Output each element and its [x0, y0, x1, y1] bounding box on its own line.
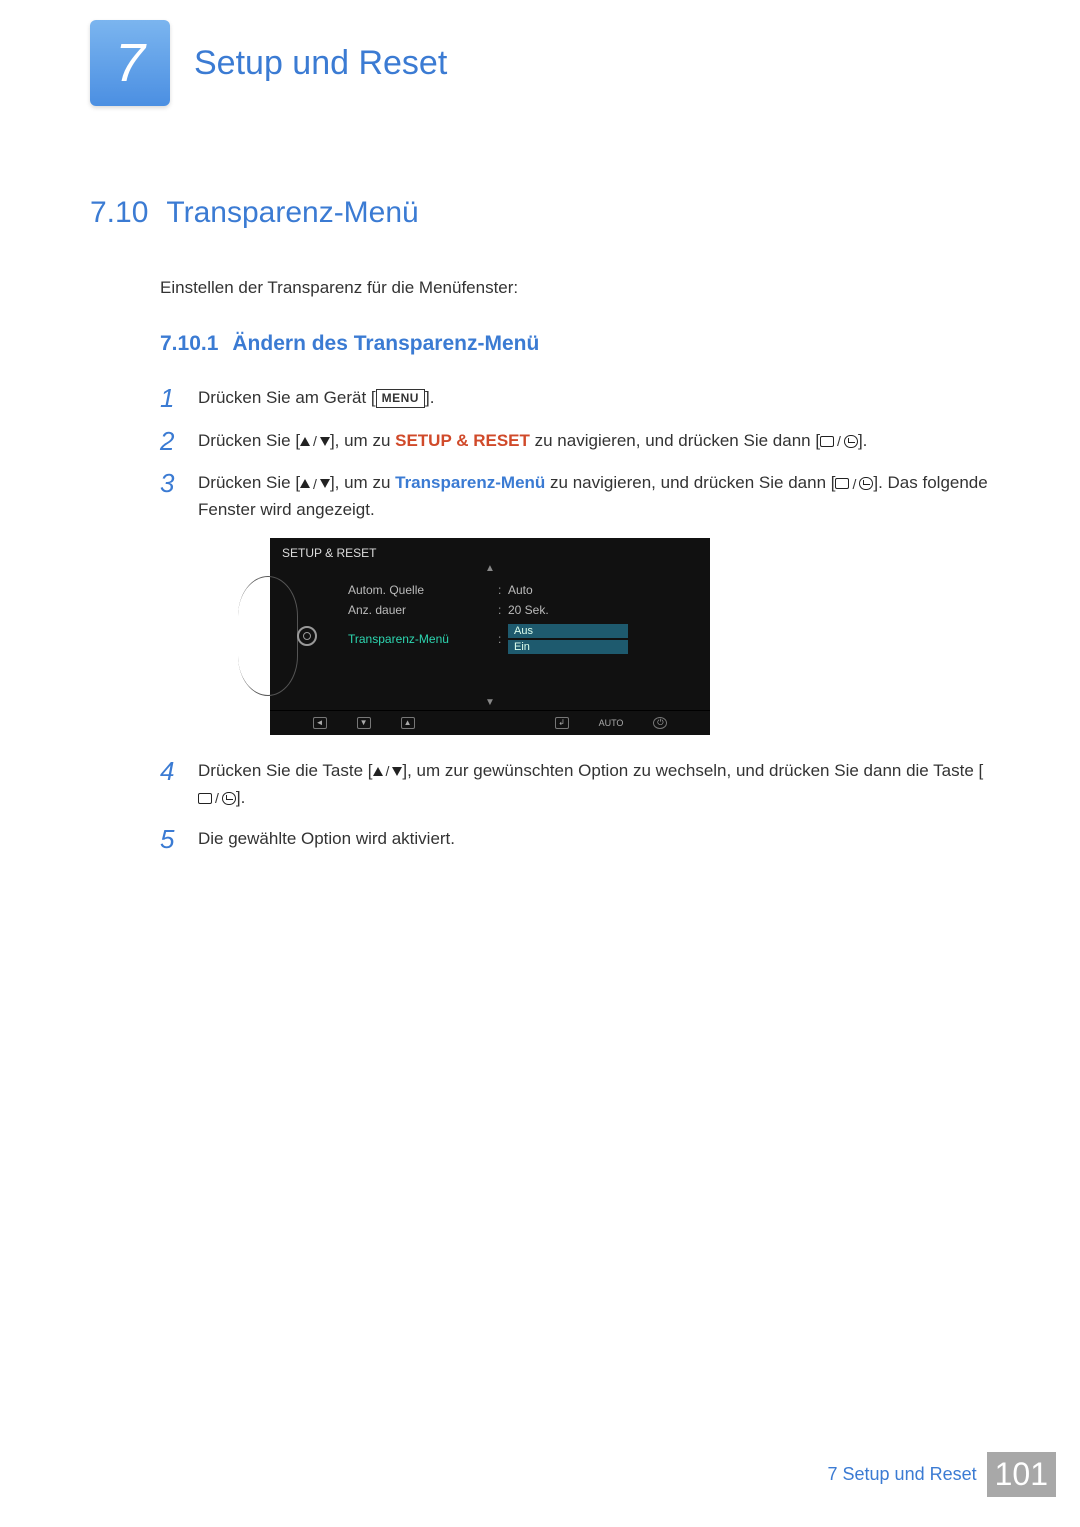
source-enter-icon: /: [835, 473, 873, 495]
section-heading: 7.10 Transparenz-Menü: [90, 196, 990, 230]
osd-title: SETUP & RESET: [270, 538, 710, 562]
page-number: 101: [987, 1452, 1056, 1497]
chapter-number-badge: 7: [90, 20, 170, 106]
colon: :: [498, 583, 508, 597]
section-title: Transparenz-Menü: [166, 196, 418, 229]
step-3: 3 Drücken Sie [/], um zu Transparenz-Men…: [160, 469, 990, 523]
auto-label: AUTO: [599, 718, 624, 728]
section-number: 7.10: [90, 196, 148, 229]
scroll-down-icon: ▼: [270, 696, 710, 710]
osd-row: Autom. Quelle : Auto: [344, 580, 710, 600]
gear-icon: [297, 626, 317, 646]
step-2: 2 Drücken Sie [/], um zu SETUP & RESET z…: [160, 427, 990, 456]
step-text: Drücken Sie [/], um zu Transparenz-Menü …: [198, 469, 990, 523]
subsection-title: Ändern des Transparenz-Menü: [232, 332, 539, 355]
step-number: 2: [160, 427, 180, 456]
osd-option: Ein: [508, 640, 628, 654]
step-number: 1: [160, 384, 180, 413]
nav-left-icon: ◄: [313, 717, 327, 729]
up-down-icon: /: [373, 760, 403, 782]
step-4: 4 Drücken Sie die Taste [/], um zur gewü…: [160, 757, 990, 811]
step-5: 5 Die gewählte Option wird aktiviert.: [160, 825, 990, 854]
osd-screenshot: SETUP & RESET ▲ Autom. Quelle : Auto: [270, 538, 990, 735]
up-down-icon: /: [300, 473, 330, 495]
subsection-heading: 7.10.1 Ändern des Transparenz-Menü: [160, 332, 990, 356]
scroll-up-icon: ▲: [270, 562, 710, 576]
osd-row-label: Autom. Quelle: [348, 583, 498, 597]
nav-up-icon: ▲: [401, 717, 415, 729]
osd-row-label: Anz. dauer: [348, 603, 498, 617]
osd-row-value: 20 Sek.: [508, 603, 706, 617]
text-fragment: ], um zu: [330, 473, 395, 492]
osd-row-label: Transparenz-Menü: [348, 632, 498, 646]
osd-row-active: Transparenz-Menü : Aus Ein: [344, 620, 710, 658]
text-fragment: ], um zu: [330, 431, 395, 450]
osd-panel: SETUP & RESET ▲ Autom. Quelle : Auto: [270, 538, 710, 735]
chapter-header: 7 Setup und Reset: [90, 20, 990, 106]
text-fragment: ], um zur gewünschten Option zu wechseln…: [402, 761, 983, 780]
menu-button-icon: MENU: [376, 389, 425, 408]
text-fragment: Drücken Sie [: [198, 431, 300, 450]
page-footer: 7 Setup und Reset 101: [828, 1452, 1057, 1497]
step-number: 5: [160, 825, 180, 854]
up-down-icon: /: [300, 430, 330, 452]
step-text: Drücken Sie am Gerät [MENU].: [198, 384, 990, 413]
step-number: 4: [160, 757, 180, 811]
colon: :: [498, 632, 508, 646]
text-fragment: Drücken Sie am Gerät [: [198, 388, 376, 407]
text-fragment: Drücken Sie die Taste [: [198, 761, 373, 780]
step-list: 1 Drücken Sie am Gerät [MENU]. 2 Drücken…: [160, 384, 990, 854]
text-fragment: ].: [858, 431, 867, 450]
step-text: Die gewählte Option wird aktiviert.: [198, 825, 990, 854]
osd-rows: Autom. Quelle : Auto Anz. dauer : 20 Sek…: [344, 576, 710, 696]
chapter-title: Setup und Reset: [194, 44, 447, 83]
section-intro: Einstellen der Transparenz für die Menüf…: [160, 278, 990, 298]
text-fragment: zu navigieren, und drücken Sie dann [: [545, 473, 835, 492]
osd-side-column: [270, 576, 344, 696]
power-icon: ⏻: [653, 717, 667, 729]
source-enter-icon: /: [820, 430, 858, 452]
subsection-number: 7.10.1: [160, 332, 218, 355]
text-fragment: ].: [425, 388, 434, 407]
source-enter-icon: /: [198, 787, 236, 809]
step-text: Drücken Sie [/], um zu SETUP & RESET zu …: [198, 427, 990, 456]
step-text: Drücken Sie die Taste [/], um zur gewüns…: [198, 757, 990, 811]
osd-footer: ◄ ▼ ▲ ↲ AUTO ⏻: [270, 710, 710, 735]
text-fragment: ].: [236, 788, 245, 807]
osd-row: Anz. dauer : 20 Sek.: [344, 600, 710, 620]
footer-chapter-ref: 7 Setup und Reset: [828, 1464, 977, 1485]
enter-icon: ↲: [555, 717, 569, 729]
text-fragment: zu navigieren, und drücken Sie dann [: [530, 431, 820, 450]
osd-row-value: Auto: [508, 583, 706, 597]
text-fragment: Drücken Sie [: [198, 473, 300, 492]
nav-down-icon: ▼: [357, 717, 371, 729]
step-1: 1 Drücken Sie am Gerät [MENU].: [160, 384, 990, 413]
highlight-transparenz: Transparenz-Menü: [395, 473, 545, 492]
colon: :: [498, 603, 508, 617]
osd-option-selected: Aus: [508, 624, 628, 638]
highlight-setup-reset: SETUP & RESET: [395, 431, 530, 450]
step-number: 3: [160, 469, 180, 523]
